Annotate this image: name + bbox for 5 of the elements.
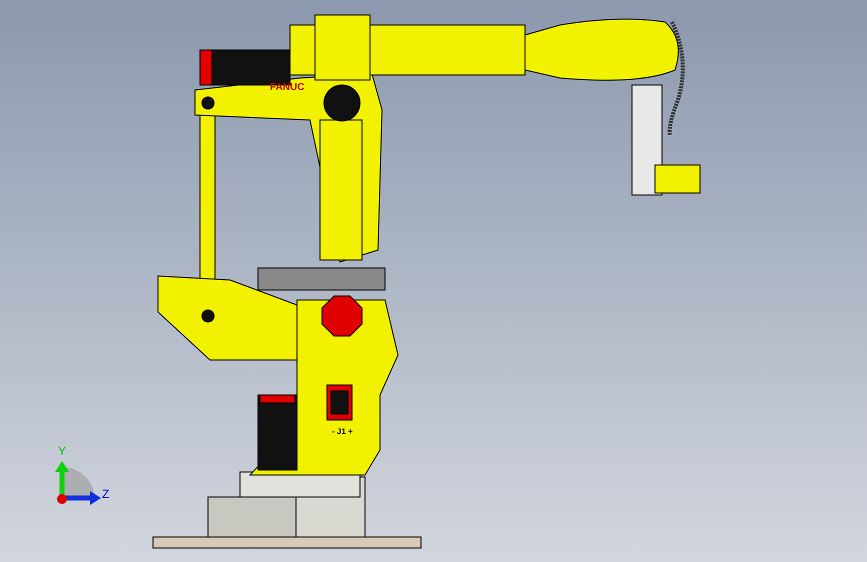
joint-label: - J1 +	[332, 427, 353, 436]
axis-label: Y	[58, 444, 66, 458]
logo-text: FANUC	[270, 82, 304, 93]
axis-label: Z	[102, 487, 110, 501]
axis-triad-drawing	[55, 461, 101, 505]
